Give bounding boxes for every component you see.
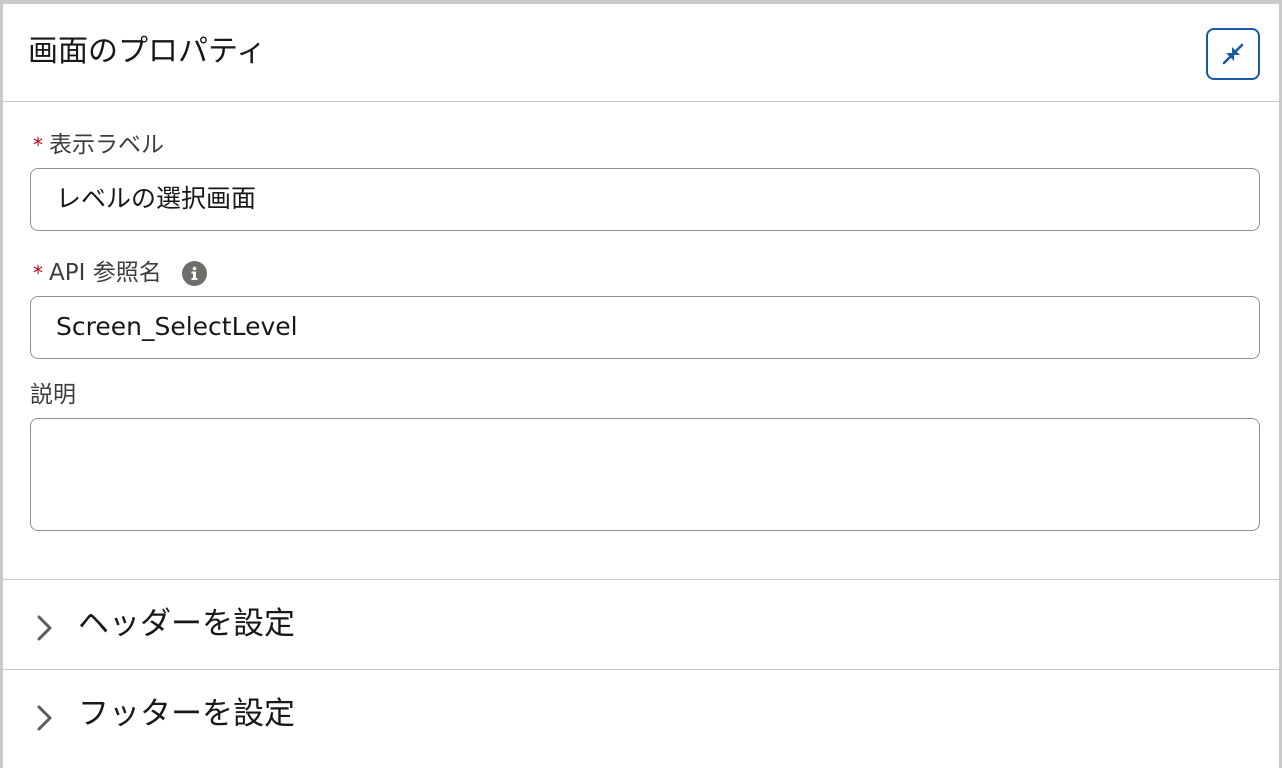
panel-header: 画面のプロパティ — [3, 4, 1279, 102]
collapse-button[interactable] — [1206, 28, 1260, 80]
collapse-arrows-icon — [1222, 43, 1244, 65]
info-icon[interactable] — [181, 260, 207, 286]
display-label-text: 表示ラベル — [49, 132, 164, 158]
description-text: 説明 — [30, 382, 76, 408]
screen-properties-panel: 画面のプロパティ * 表示ラベル レベルの選択画面 * API 参照名 Scre… — [0, 0, 1282, 768]
required-mark: * — [33, 261, 43, 285]
display-label-input[interactable]: レベルの選択画面 — [30, 168, 1260, 231]
section-header-settings[interactable]: ヘッダーを設定 — [3, 579, 1279, 669]
api-name-label: * API 参照名 — [30, 258, 207, 288]
chevron-right-icon — [37, 705, 52, 731]
chevron-right-icon — [37, 615, 52, 641]
description-textarea[interactable] — [30, 418, 1260, 531]
section-footer-settings[interactable]: フッターを設定 — [3, 669, 1279, 759]
section-title: ヘッダーを設定 — [78, 606, 295, 642]
api-name-text: API 参照名 — [49, 260, 162, 286]
required-mark: * — [33, 133, 43, 157]
panel-title: 画面のプロパティ — [28, 34, 267, 69]
display-label-label: * 表示ラベル — [30, 130, 164, 160]
api-name-input[interactable]: Screen_SelectLevel — [30, 296, 1260, 359]
section-title: フッターを設定 — [78, 696, 295, 732]
description-label: 説明 — [30, 380, 76, 410]
